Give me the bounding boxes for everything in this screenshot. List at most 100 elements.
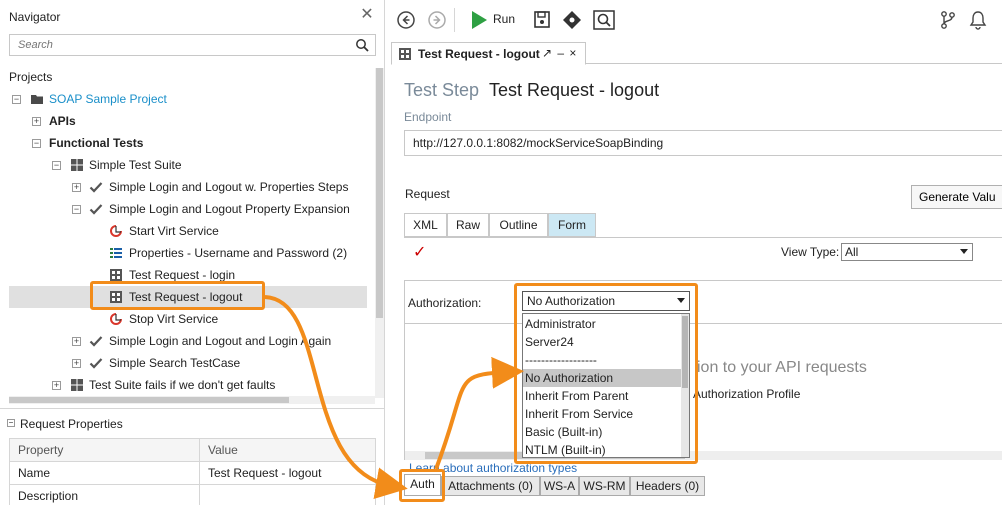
view-type-value: All bbox=[845, 245, 859, 259]
request-properties-table: Property Value Name Test Request - logou… bbox=[9, 438, 376, 505]
check-icon bbox=[89, 336, 103, 347]
tree-item-test-case[interactable]: + Simple Search TestCase bbox=[0, 352, 375, 374]
collapse-icon[interactable]: − bbox=[32, 139, 41, 148]
tree-item-apis[interactable]: + APIs bbox=[0, 110, 375, 132]
tab-ws-rm[interactable]: WS-RM bbox=[579, 476, 630, 496]
tree-item-label: Simple Login and Logout Property Expansi… bbox=[109, 202, 350, 216]
tree-item-label: SOAP Sample Project bbox=[49, 92, 167, 106]
inspect-icon[interactable] bbox=[593, 10, 615, 30]
projects-label: Projects bbox=[9, 70, 53, 84]
scrollbar-thumb[interactable] bbox=[9, 397, 289, 403]
collapse-icon[interactable]: − bbox=[52, 161, 61, 170]
tab-form[interactable]: Form bbox=[548, 213, 596, 237]
tree-horizontal-scrollbar[interactable] bbox=[9, 396, 375, 404]
close-icon[interactable]: ✕ bbox=[358, 6, 376, 24]
validate-check-icon[interactable]: ✓ bbox=[413, 242, 426, 262]
step-name-title[interactable]: Test Request - logout bbox=[489, 80, 659, 101]
property-value[interactable]: Test Request - logout bbox=[199, 461, 376, 485]
auth-panel: Authorization: ion to your API requests … bbox=[404, 280, 1002, 460]
tree-item-functional-tests[interactable]: − Functional Tests bbox=[0, 132, 375, 154]
grid-icon bbox=[71, 379, 83, 391]
table-row[interactable]: Name Test Request - logout bbox=[9, 461, 376, 485]
request-properties-title: Request Properties bbox=[20, 417, 123, 431]
tab-xml[interactable]: XML bbox=[404, 213, 447, 237]
expand-icon[interactable]: + bbox=[52, 381, 61, 390]
back-icon[interactable] bbox=[396, 10, 416, 30]
navigator-title: Navigator bbox=[9, 10, 61, 24]
tab-window-controls[interactable]: ↗ – × bbox=[542, 46, 577, 60]
tree-item-label: APIs bbox=[49, 114, 76, 128]
property-name: Name bbox=[9, 461, 200, 485]
editor-tab-label: Test Request - logout bbox=[418, 47, 540, 61]
highlight-box-tree-item bbox=[90, 281, 265, 310]
expand-icon[interactable]: + bbox=[72, 183, 81, 192]
endpoint-label: Endpoint bbox=[404, 110, 452, 124]
virt-service-icon bbox=[110, 224, 123, 237]
soap-request-icon bbox=[399, 48, 411, 60]
property-value[interactable] bbox=[199, 484, 376, 505]
auth-horizontal-scrollbar[interactable] bbox=[405, 451, 1002, 460]
tree-vertical-scrollbar[interactable] bbox=[375, 68, 384, 398]
tree-item-test-step[interactable]: Properties - Username and Password (2) bbox=[0, 242, 375, 264]
run-button[interactable]: Run bbox=[493, 12, 515, 26]
tree-item-test-case[interactable]: + Simple Login and Logout w. Properties … bbox=[0, 176, 375, 198]
auth-profile-link[interactable]: Authorization Profile bbox=[693, 387, 800, 401]
search-icon[interactable] bbox=[355, 38, 369, 52]
tab-ws-a[interactable]: WS-A bbox=[540, 476, 579, 496]
tree-item-test-step[interactable]: Start Virt Service bbox=[0, 220, 375, 242]
virt-service-icon bbox=[110, 312, 123, 325]
properties-icon bbox=[110, 248, 122, 258]
tree-item-label: Functional Tests bbox=[49, 136, 144, 150]
scrollbar-thumb[interactable] bbox=[376, 68, 383, 318]
tree-item-label: Simple Search TestCase bbox=[109, 356, 241, 370]
tab-outline[interactable]: Outline bbox=[489, 213, 548, 237]
tab-attachments[interactable]: Attachments (0) bbox=[441, 476, 540, 496]
endpoint-input[interactable] bbox=[404, 130, 1002, 156]
git-branch-icon[interactable] bbox=[939, 10, 957, 30]
notification-bell-icon[interactable] bbox=[969, 10, 987, 30]
request-properties-panel: − Request Properties Property Value Name… bbox=[0, 408, 385, 505]
tree-item-label: Simple Login and Logout w. Properties St… bbox=[109, 180, 349, 194]
collapse-icon[interactable]: − bbox=[72, 205, 81, 214]
run-icon[interactable] bbox=[470, 10, 488, 30]
save-icon[interactable] bbox=[533, 10, 551, 30]
forward-icon[interactable] bbox=[427, 10, 447, 30]
toolbar-separator bbox=[454, 8, 455, 32]
tree-item-simple-test-suite[interactable]: − Simple Test Suite bbox=[0, 154, 375, 176]
tab-raw[interactable]: Raw bbox=[447, 213, 489, 237]
tree-item-test-suite[interactable]: + Test Suite fails if we don't get fault… bbox=[0, 374, 375, 396]
navigator-header: Navigator ✕ bbox=[0, 0, 385, 32]
editor-tab-test-request-logout[interactable]: Test Request - logout ↗ – × bbox=[391, 42, 586, 65]
check-icon bbox=[89, 182, 103, 193]
table-row[interactable]: Description bbox=[9, 484, 376, 505]
tree-item-label: Simple Login and Logout and Login Again bbox=[109, 334, 332, 348]
column-header-value: Value bbox=[199, 438, 376, 462]
tree-item-label: Simple Test Suite bbox=[89, 158, 182, 172]
collapse-icon[interactable]: − bbox=[7, 419, 15, 427]
highlight-box-auth-tab bbox=[399, 469, 445, 502]
folder-icon bbox=[31, 95, 43, 104]
tree-item-soap-sample-project[interactable]: − SOAP Sample Project bbox=[0, 88, 375, 110]
request-label: Request bbox=[405, 187, 450, 201]
column-header-property: Property bbox=[9, 438, 200, 462]
tree-item-test-case[interactable]: + Simple Login and Logout and Login Agai… bbox=[0, 330, 375, 352]
tab-headers[interactable]: Headers (0) bbox=[630, 476, 705, 496]
editor-tab-strip: Test Request - logout ↗ – × bbox=[391, 42, 1002, 65]
tree-item-test-case[interactable]: − Simple Login and Logout Property Expan… bbox=[0, 198, 375, 220]
project-tree: − SOAP Sample Project + APIs − Functiona… bbox=[0, 88, 375, 396]
generate-values-button[interactable]: Generate Valu bbox=[911, 185, 1002, 209]
view-type-select[interactable]: All bbox=[841, 243, 973, 261]
expand-icon[interactable]: + bbox=[32, 117, 41, 126]
check-icon bbox=[89, 358, 103, 369]
diamond-icon[interactable] bbox=[562, 10, 582, 30]
highlight-box-auth-dropdown bbox=[514, 283, 698, 464]
authorization-label: Authorization: bbox=[408, 296, 482, 310]
expand-icon[interactable]: + bbox=[72, 359, 81, 368]
property-name: Description bbox=[9, 484, 200, 505]
search-input[interactable] bbox=[10, 35, 340, 55]
view-type-label: View Type: bbox=[781, 245, 840, 259]
collapse-icon[interactable]: − bbox=[12, 95, 21, 104]
tree-item-test-step[interactable]: Stop Virt Service bbox=[0, 308, 375, 330]
expand-icon[interactable]: + bbox=[72, 337, 81, 346]
tree-item-label: Start Virt Service bbox=[129, 224, 219, 238]
